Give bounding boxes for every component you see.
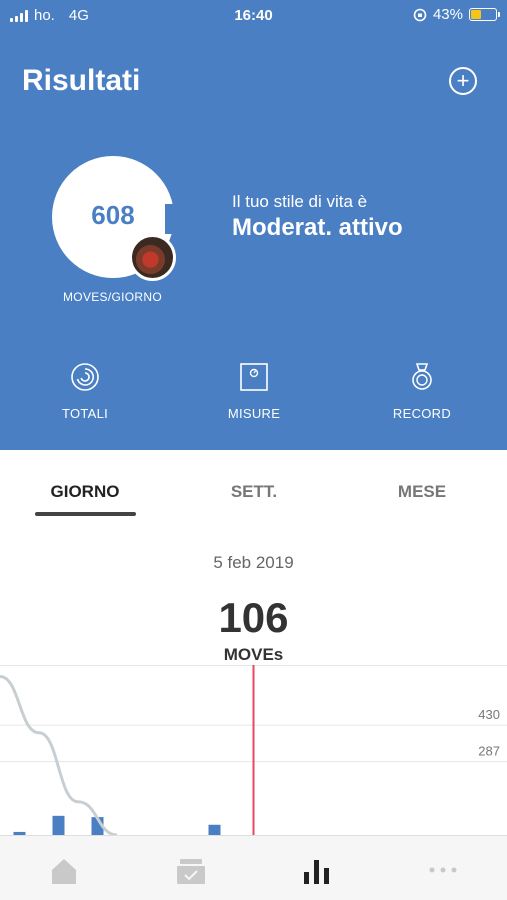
rings-icon xyxy=(71,363,99,391)
moves-chart[interactable]: 430 287 xyxy=(0,665,507,835)
home-icon[interactable] xyxy=(44,854,84,886)
add-button[interactable]: + xyxy=(449,67,477,95)
moves-value: 106 xyxy=(218,594,289,641)
record-label: RECORD xyxy=(392,406,452,421)
plus-circle-icon: + xyxy=(456,68,470,93)
quick-nav: TOTALI MISURE RECORD xyxy=(0,362,507,432)
totals-button[interactable]: TOTALI xyxy=(35,362,135,421)
trend-line xyxy=(0,675,118,835)
header: ho. 4G 16:40 43% Risultati + 608 MOVES/G… xyxy=(0,0,507,450)
more-icon[interactable] xyxy=(423,854,463,886)
bar-chart-icon[interactable] xyxy=(298,854,338,886)
y-tick-label-430: 430 xyxy=(478,707,500,722)
battery-fill xyxy=(471,10,482,19)
record-button[interactable]: RECORD xyxy=(372,362,472,421)
measures-label: MISURE xyxy=(227,406,281,421)
tab-month[interactable]: MESE xyxy=(352,482,492,502)
period-tabs: GIORNO SETT. MESE xyxy=(0,450,507,520)
bar-1 xyxy=(52,815,65,835)
daily-moves-value: 608 xyxy=(91,200,135,230)
daily-moves-caption: MOVES/GIORNO xyxy=(63,290,162,304)
tab-week[interactable]: SETT. xyxy=(184,482,324,502)
bottom-tab-bar xyxy=(0,835,507,900)
status-right: 43% xyxy=(413,6,500,23)
tab-day[interactable]: GIORNO xyxy=(15,482,155,502)
lifestyle-label: Il tuo stile di vita è xyxy=(232,192,368,211)
status-bar: ho. 4G 16:40 43% xyxy=(0,0,507,32)
inbox-icon[interactable] xyxy=(171,854,211,886)
moves-unit: MOVEs xyxy=(223,645,284,664)
battery-icon xyxy=(469,8,500,21)
avatar[interactable] xyxy=(129,234,176,281)
bar-3 xyxy=(208,824,221,835)
scale-icon xyxy=(240,363,268,391)
lifestyle-value: Moderat. attivo xyxy=(232,214,403,241)
tab-indicator xyxy=(35,512,136,516)
y-tick-label-287: 287 xyxy=(478,744,500,759)
measures-button[interactable]: MISURE xyxy=(204,362,304,421)
orientation-lock-icon xyxy=(413,8,427,21)
totals-label: TOTALI xyxy=(61,406,109,421)
battery-percent: 43% xyxy=(432,6,463,23)
page-title: Risultati xyxy=(22,64,141,97)
medal-icon xyxy=(412,363,432,390)
selected-date: 5 feb 2019 xyxy=(213,553,294,572)
